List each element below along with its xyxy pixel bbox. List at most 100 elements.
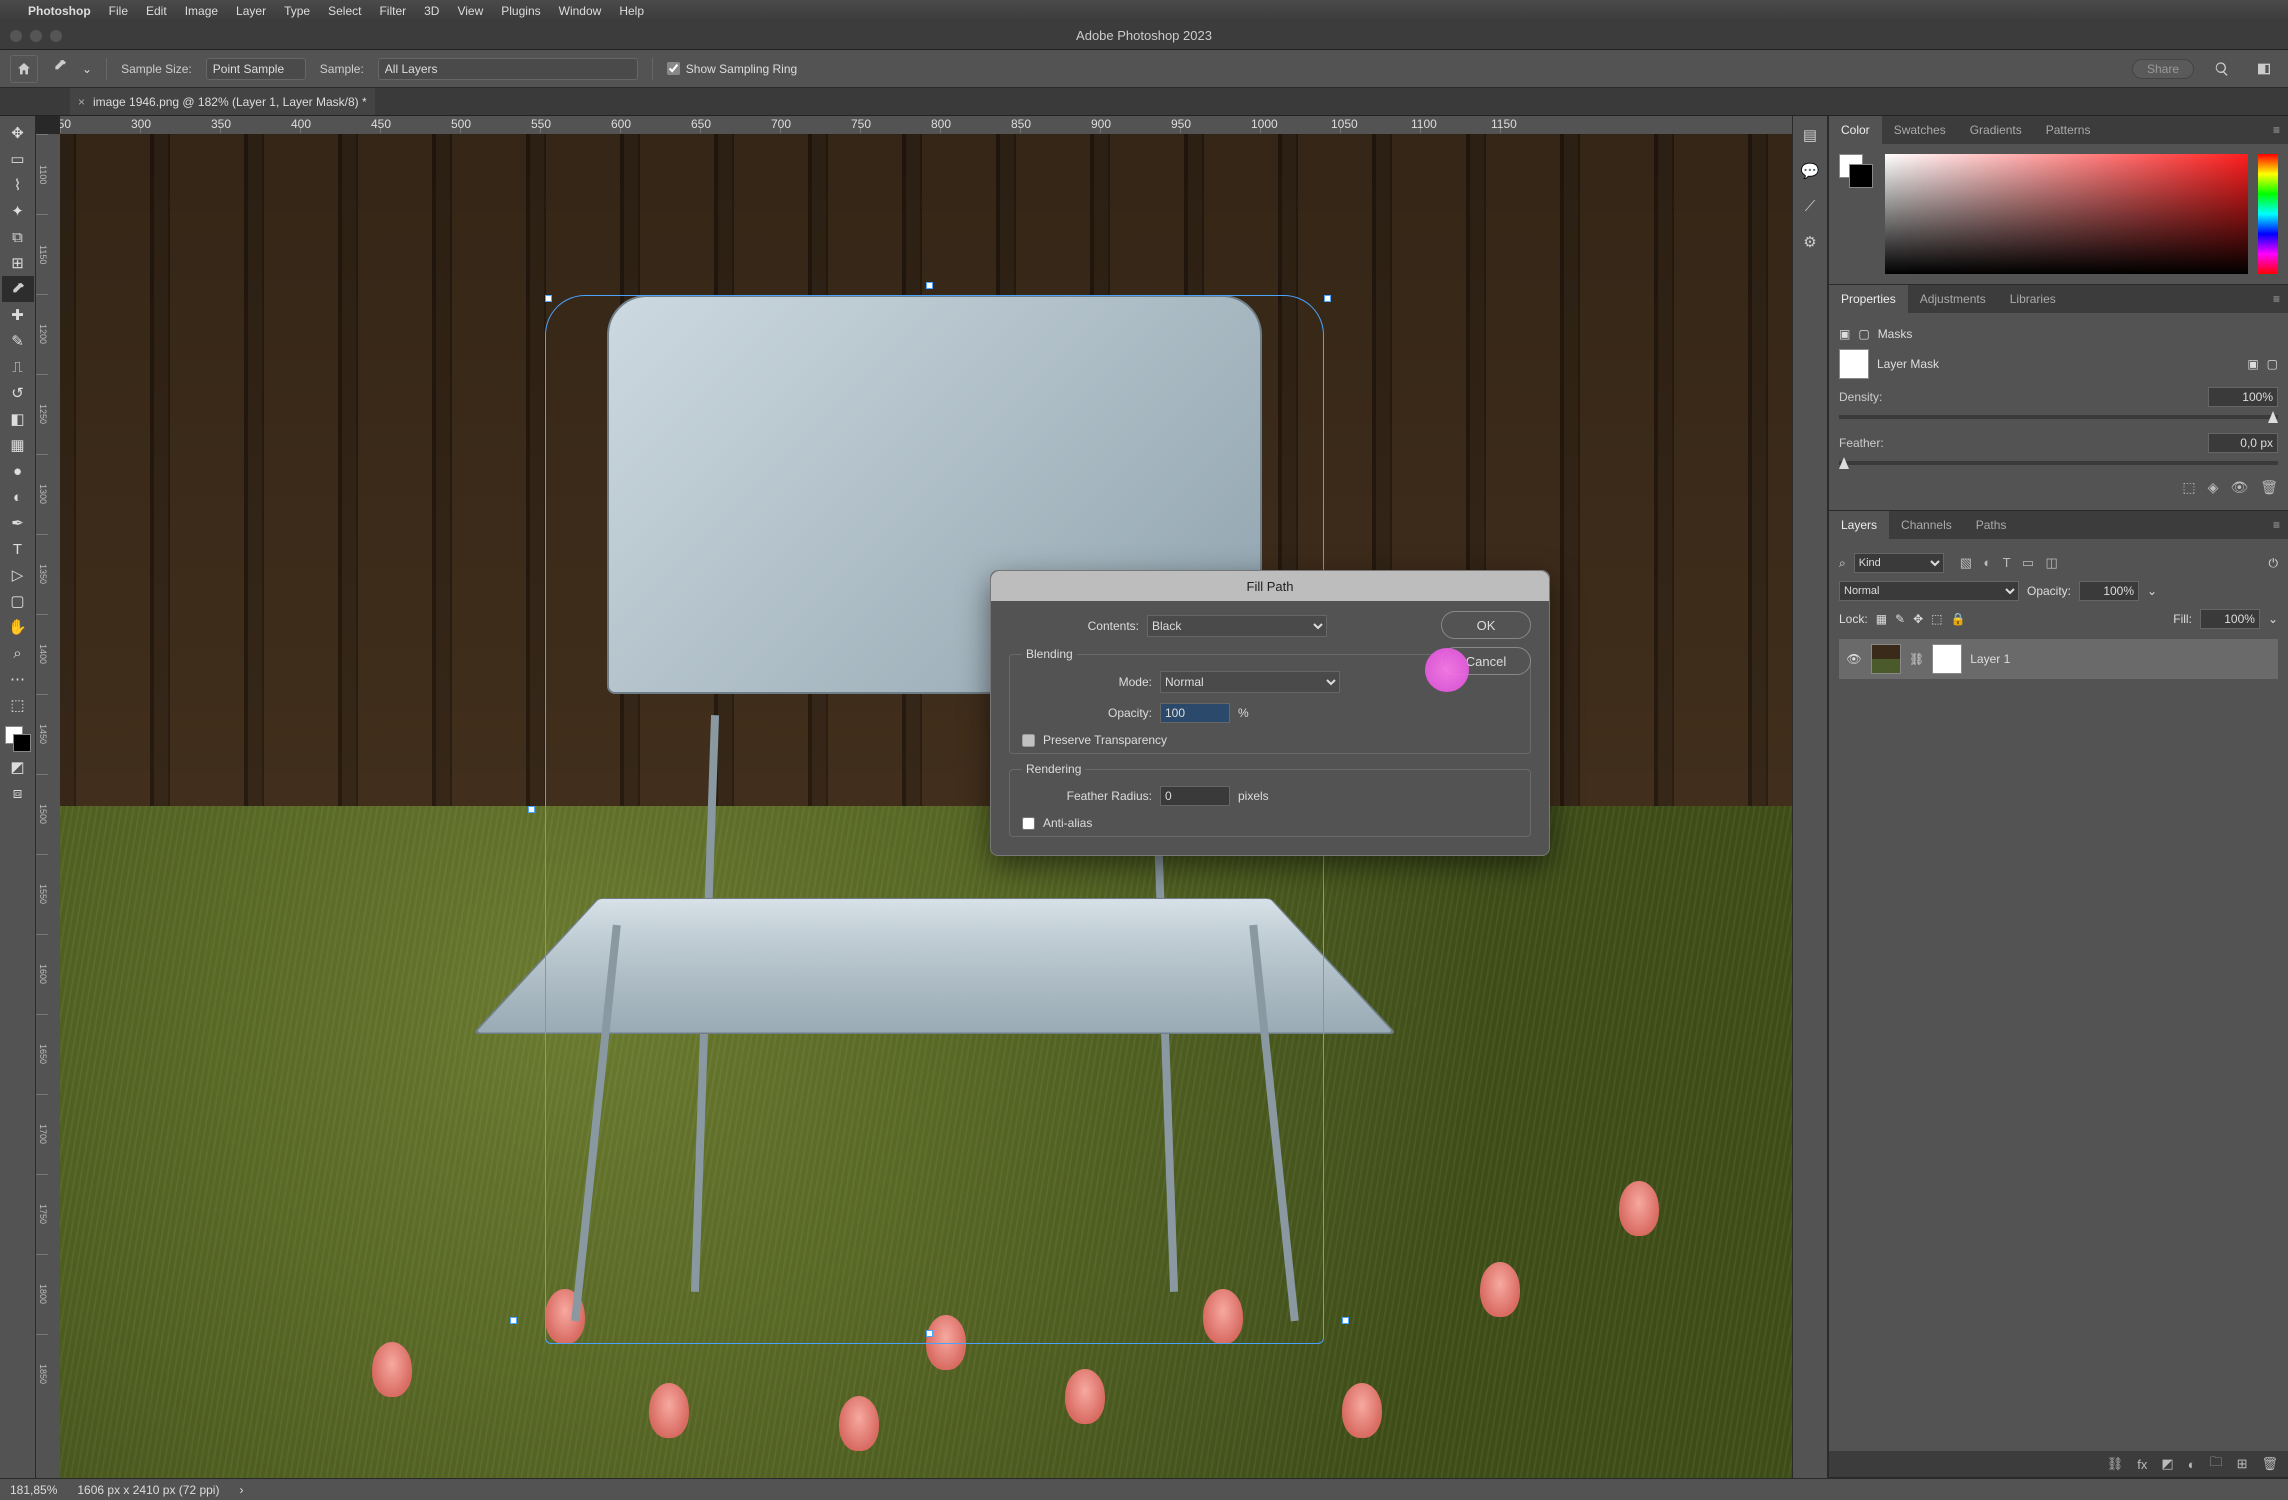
color-panel-menu-icon[interactable]: ≡: [2265, 116, 2288, 144]
ruler-vertical[interactable]: 1100115012001250130013501400145015001550…: [36, 134, 60, 1478]
invert-mask-icon[interactable]: ◈: [2208, 479, 2219, 496]
opacity-chevron-icon[interactable]: ⌄: [2147, 584, 2157, 598]
clone-stamp-tool[interactable]: ⎍: [2, 354, 34, 380]
visibility-icon[interactable]: 👁: [1845, 652, 1863, 666]
toggle-mask-icon[interactable]: 👁: [2230, 479, 2248, 496]
tab-patterns[interactable]: Patterns: [2034, 116, 2103, 144]
layer-mask-thumbnail[interactable]: [1932, 644, 1962, 674]
tab-libraries[interactable]: Libraries: [1998, 285, 2068, 313]
color-swatch[interactable]: [1839, 154, 1875, 190]
eyedropper-tool[interactable]: [2, 276, 34, 302]
menu-edit[interactable]: Edit: [146, 4, 167, 18]
brushes-panel-icon[interactable]: ⟋: [1805, 198, 1816, 215]
new-group-icon[interactable]: 🗀: [2210, 1453, 2223, 1475]
menu-help[interactable]: Help: [619, 4, 644, 18]
antialias-input[interactable]: [1022, 817, 1035, 830]
lock-transparency-icon[interactable]: ▦: [1876, 612, 1887, 626]
antialias-checkbox[interactable]: Anti-alias: [1022, 816, 1518, 830]
pen-tool[interactable]: ✒: [2, 510, 34, 536]
filter-type-icon[interactable]: T: [2003, 555, 2011, 570]
tab-gradients[interactable]: Gradients: [1958, 116, 2034, 144]
menu-type[interactable]: Type: [284, 4, 310, 18]
delete-layer-icon[interactable]: 🗑: [2261, 1456, 2278, 1472]
doc-tab[interactable]: × image 1946.png @ 182% (Layer 1, Layer …: [70, 88, 375, 115]
move-tool[interactable]: ✥: [2, 120, 34, 146]
layer-row[interactable]: 👁 ⛓ Layer 1: [1839, 639, 2278, 679]
layers-panel-menu-icon[interactable]: ≡: [2265, 511, 2288, 539]
mode-select[interactable]: Normal: [1160, 671, 1340, 693]
tab-channels[interactable]: Channels: [1889, 511, 1964, 539]
history-panel-icon[interactable]: ▤: [1803, 126, 1817, 144]
menu-plugins[interactable]: Plugins: [501, 4, 540, 18]
path-select-tool[interactable]: ▷: [2, 562, 34, 588]
status-chevron-icon[interactable]: ›: [239, 1483, 243, 1497]
zoom-level[interactable]: 181,85%: [10, 1483, 57, 1497]
history-brush-tool[interactable]: ↺: [2, 380, 34, 406]
add-mask-icon[interactable]: ◩: [2161, 1456, 2173, 1472]
link-layers-icon[interactable]: ⛓: [2107, 1456, 2124, 1472]
feather-input[interactable]: [2208, 433, 2278, 453]
workspace-button[interactable]: [2250, 58, 2278, 80]
close-window[interactable]: [10, 30, 22, 42]
more-tools[interactable]: ⋯: [2, 666, 34, 692]
filter-kind-select[interactable]: Kind: [1854, 553, 1944, 573]
feather-radius-input[interactable]: [1160, 786, 1230, 806]
eraser-tool[interactable]: ◧: [2, 406, 34, 432]
dodge-tool[interactable]: ◐: [2, 484, 34, 510]
mask-thumbnail[interactable]: [1839, 349, 1869, 379]
tab-properties[interactable]: Properties: [1829, 285, 1908, 313]
blend-mode-select[interactable]: Normal: [1839, 581, 2019, 601]
menu-file[interactable]: File: [109, 4, 128, 18]
lock-artboard-icon[interactable]: ⬚: [1931, 612, 1942, 626]
mask-from-selection-icon[interactable]: ⬚: [2182, 479, 2195, 496]
fx-icon[interactable]: fx: [2137, 1457, 2147, 1472]
frame-tool[interactable]: ⊞: [2, 250, 34, 276]
tab-layers[interactable]: Layers: [1829, 511, 1889, 539]
comments-panel-icon[interactable]: 💬: [1801, 162, 1820, 180]
layer-thumbnail[interactable]: [1871, 644, 1901, 674]
layer-opacity-input[interactable]: [2079, 581, 2139, 601]
show-sampling-ring-input[interactable]: [667, 62, 680, 75]
filter-shape-icon[interactable]: ▭: [2022, 555, 2034, 570]
minimize-window[interactable]: [30, 30, 42, 42]
show-sampling-ring-checkbox[interactable]: Show Sampling Ring: [667, 62, 797, 76]
eyedropper-icon[interactable]: [52, 58, 68, 79]
settings-panel-icon[interactable]: ⚙: [1803, 233, 1816, 251]
menu-image[interactable]: Image: [185, 4, 218, 18]
lasso-tool[interactable]: ⌇: [2, 172, 34, 198]
link-icon[interactable]: ⛓: [1909, 652, 1924, 666]
menu-filter[interactable]: Filter: [379, 4, 406, 18]
ruler-horizontal[interactable]: 2503003504004505005506006507007508008509…: [60, 116, 1792, 134]
lock-position-icon[interactable]: ✥: [1913, 612, 1923, 626]
app-menu[interactable]: Photoshop: [28, 4, 91, 18]
color-field[interactable]: [1885, 154, 2248, 274]
share-button[interactable]: Share: [2132, 59, 2194, 79]
menu-select[interactable]: Select: [328, 4, 361, 18]
magic-wand-tool[interactable]: ✦: [2, 198, 34, 224]
feather-slider[interactable]: [1839, 461, 2278, 465]
fill-chevron-icon[interactable]: ⌄: [2268, 612, 2278, 626]
lock-pixels-icon[interactable]: ✎: [1895, 612, 1905, 626]
brush-tool[interactable]: ✎: [2, 328, 34, 354]
home-button[interactable]: [10, 55, 38, 83]
gradient-tool[interactable]: ▦: [2, 432, 34, 458]
new-adjustment-icon[interactable]: ◐: [2188, 1457, 2196, 1472]
add-vector-mask-icon[interactable]: ▢: [2267, 357, 2278, 371]
ok-button[interactable]: OK: [1441, 611, 1531, 639]
vector-mask-icon[interactable]: ▢: [1858, 327, 1869, 341]
new-layer-icon[interactable]: ⊞: [2237, 1456, 2248, 1472]
hand-tool[interactable]: ✋: [2, 614, 34, 640]
delete-mask-icon[interactable]: 🗑: [2260, 479, 2278, 496]
fg-bg-swatch[interactable]: [3, 724, 33, 754]
layer-name[interactable]: Layer 1: [1970, 652, 2010, 666]
menu-window[interactable]: Window: [559, 4, 602, 18]
edit-toolbar[interactable]: ⬚: [2, 692, 34, 718]
type-tool[interactable]: T: [2, 536, 34, 562]
hue-slider[interactable]: [2258, 154, 2278, 274]
zoom-tool[interactable]: ⌕: [2, 640, 34, 666]
sample-select[interactable]: All Layers: [378, 58, 638, 80]
add-pixel-mask-icon[interactable]: ▣: [2247, 357, 2258, 371]
menu-view[interactable]: View: [457, 4, 483, 18]
search-button[interactable]: [2208, 58, 2236, 80]
healing-brush-tool[interactable]: ✚: [2, 302, 34, 328]
